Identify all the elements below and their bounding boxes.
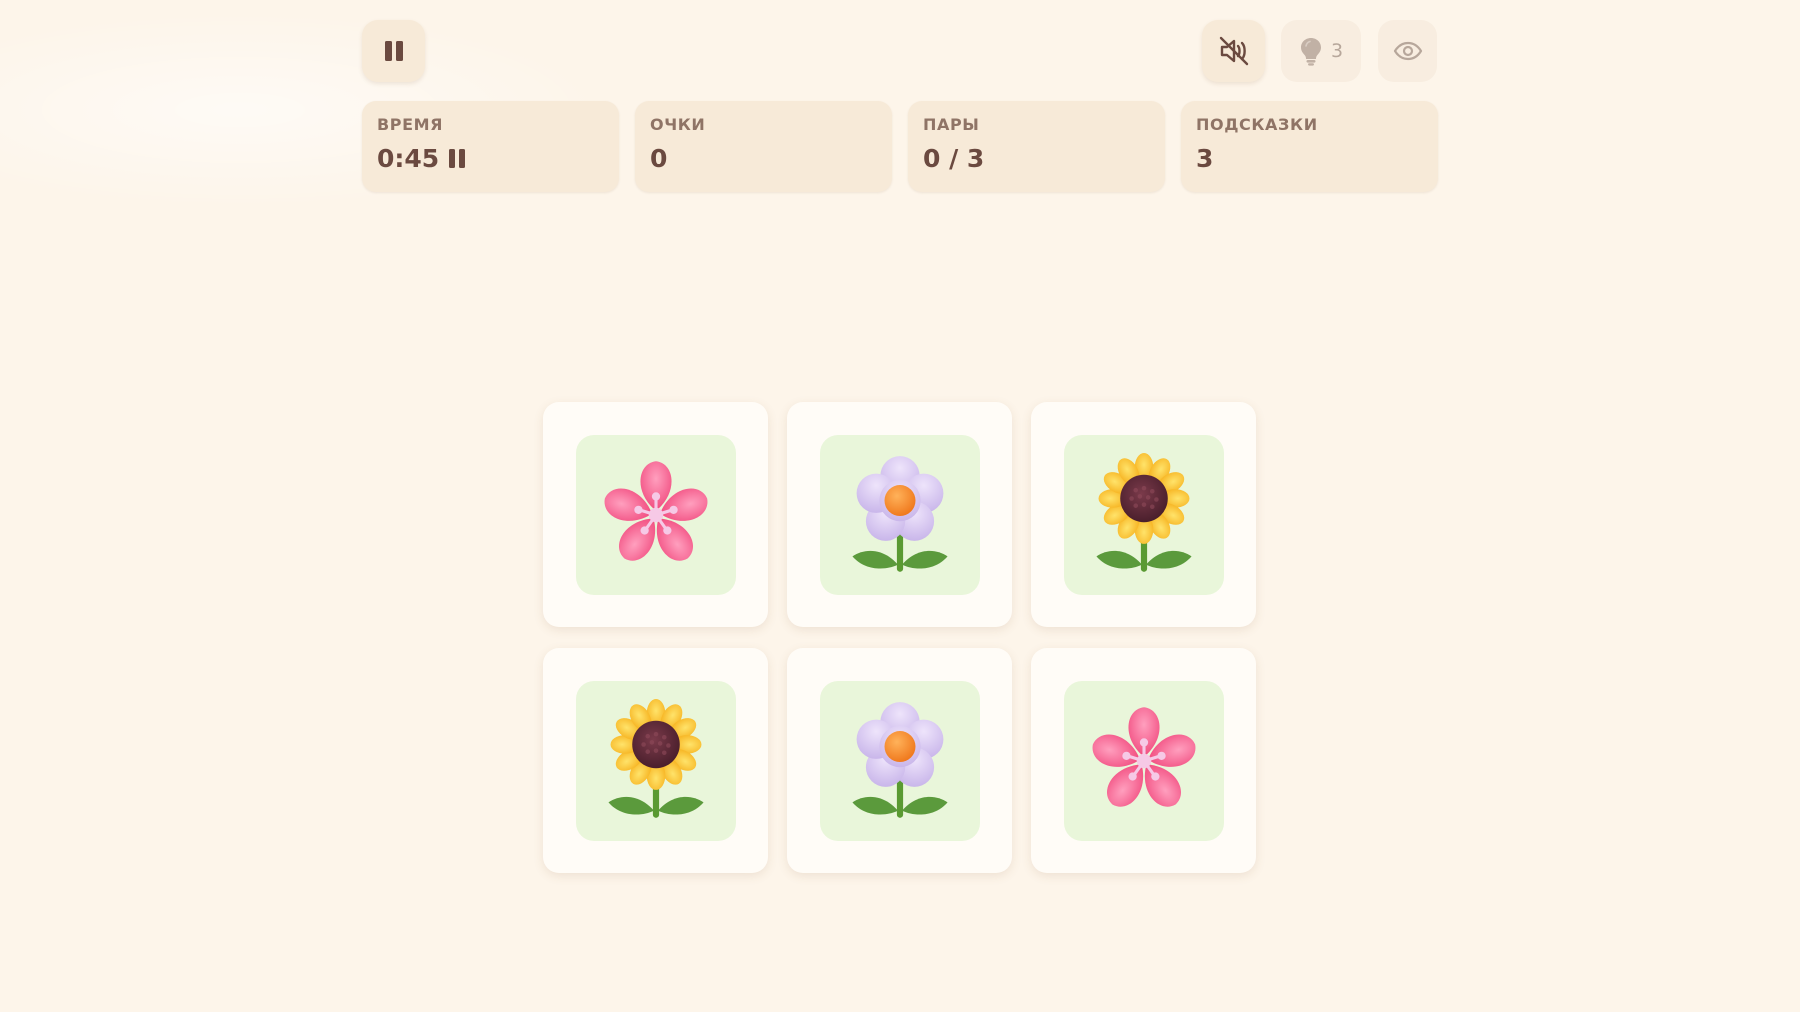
memory-card[interactable] bbox=[1031, 402, 1256, 627]
peek-button[interactable] bbox=[1378, 20, 1437, 82]
stats-bar: ВРЕМЯ 0:45 ОЧКИ 0 ПАРЫ 0 / 3 ПОДСКАЗКИ 3 bbox=[362, 101, 1438, 192]
game-board bbox=[543, 402, 1256, 873]
stat-score: ОЧКИ 0 bbox=[635, 101, 892, 192]
speaker-muted-icon bbox=[1219, 36, 1248, 66]
stat-time-row: 0:45 bbox=[377, 144, 604, 173]
card-face bbox=[819, 434, 980, 595]
stat-time-value: 0:45 bbox=[377, 144, 440, 173]
memory-card[interactable] bbox=[787, 648, 1012, 873]
card-face bbox=[819, 680, 980, 841]
card-face bbox=[1063, 680, 1224, 841]
pause-button[interactable] bbox=[362, 20, 425, 82]
memory-card[interactable] bbox=[1031, 648, 1256, 873]
memory-card[interactable] bbox=[787, 402, 1012, 627]
pause-icon bbox=[449, 149, 466, 168]
hint-count-badge: 3 bbox=[1330, 40, 1344, 62]
lightbulb-icon bbox=[1300, 38, 1321, 66]
pause-icon bbox=[384, 41, 403, 61]
stat-pairs-label: ПАРЫ bbox=[923, 115, 980, 134]
sunflower-icon bbox=[594, 699, 718, 823]
eye-icon bbox=[1393, 41, 1422, 61]
stat-time-label: ВРЕМЯ bbox=[377, 115, 444, 134]
stat-hints: ПОДСКАЗКИ 3 bbox=[1181, 101, 1438, 192]
cherry-blossom-icon bbox=[598, 459, 713, 569]
lilac-flower-icon bbox=[838, 453, 962, 577]
card-face bbox=[575, 680, 736, 841]
stat-pairs: ПАРЫ 0 / 3 bbox=[908, 101, 1165, 192]
stat-hints-label: ПОДСКАЗКИ bbox=[1196, 115, 1318, 134]
sunflower-icon bbox=[1082, 453, 1206, 577]
stat-hints-value: 3 bbox=[1196, 144, 1214, 173]
memory-card[interactable] bbox=[543, 648, 768, 873]
card-face bbox=[1063, 434, 1224, 595]
stat-score-label: ОЧКИ bbox=[650, 115, 706, 134]
lilac-flower-icon bbox=[838, 699, 962, 823]
stat-pairs-value: 0 / 3 bbox=[923, 144, 985, 173]
memory-card[interactable] bbox=[543, 402, 768, 627]
hint-button[interactable]: 3 bbox=[1281, 20, 1361, 82]
card-face bbox=[575, 434, 736, 595]
sound-toggle-button[interactable] bbox=[1202, 20, 1265, 82]
stat-time: ВРЕМЯ 0:45 bbox=[362, 101, 619, 192]
cherry-blossom-icon bbox=[1086, 705, 1201, 815]
stat-score-value: 0 bbox=[650, 144, 668, 173]
